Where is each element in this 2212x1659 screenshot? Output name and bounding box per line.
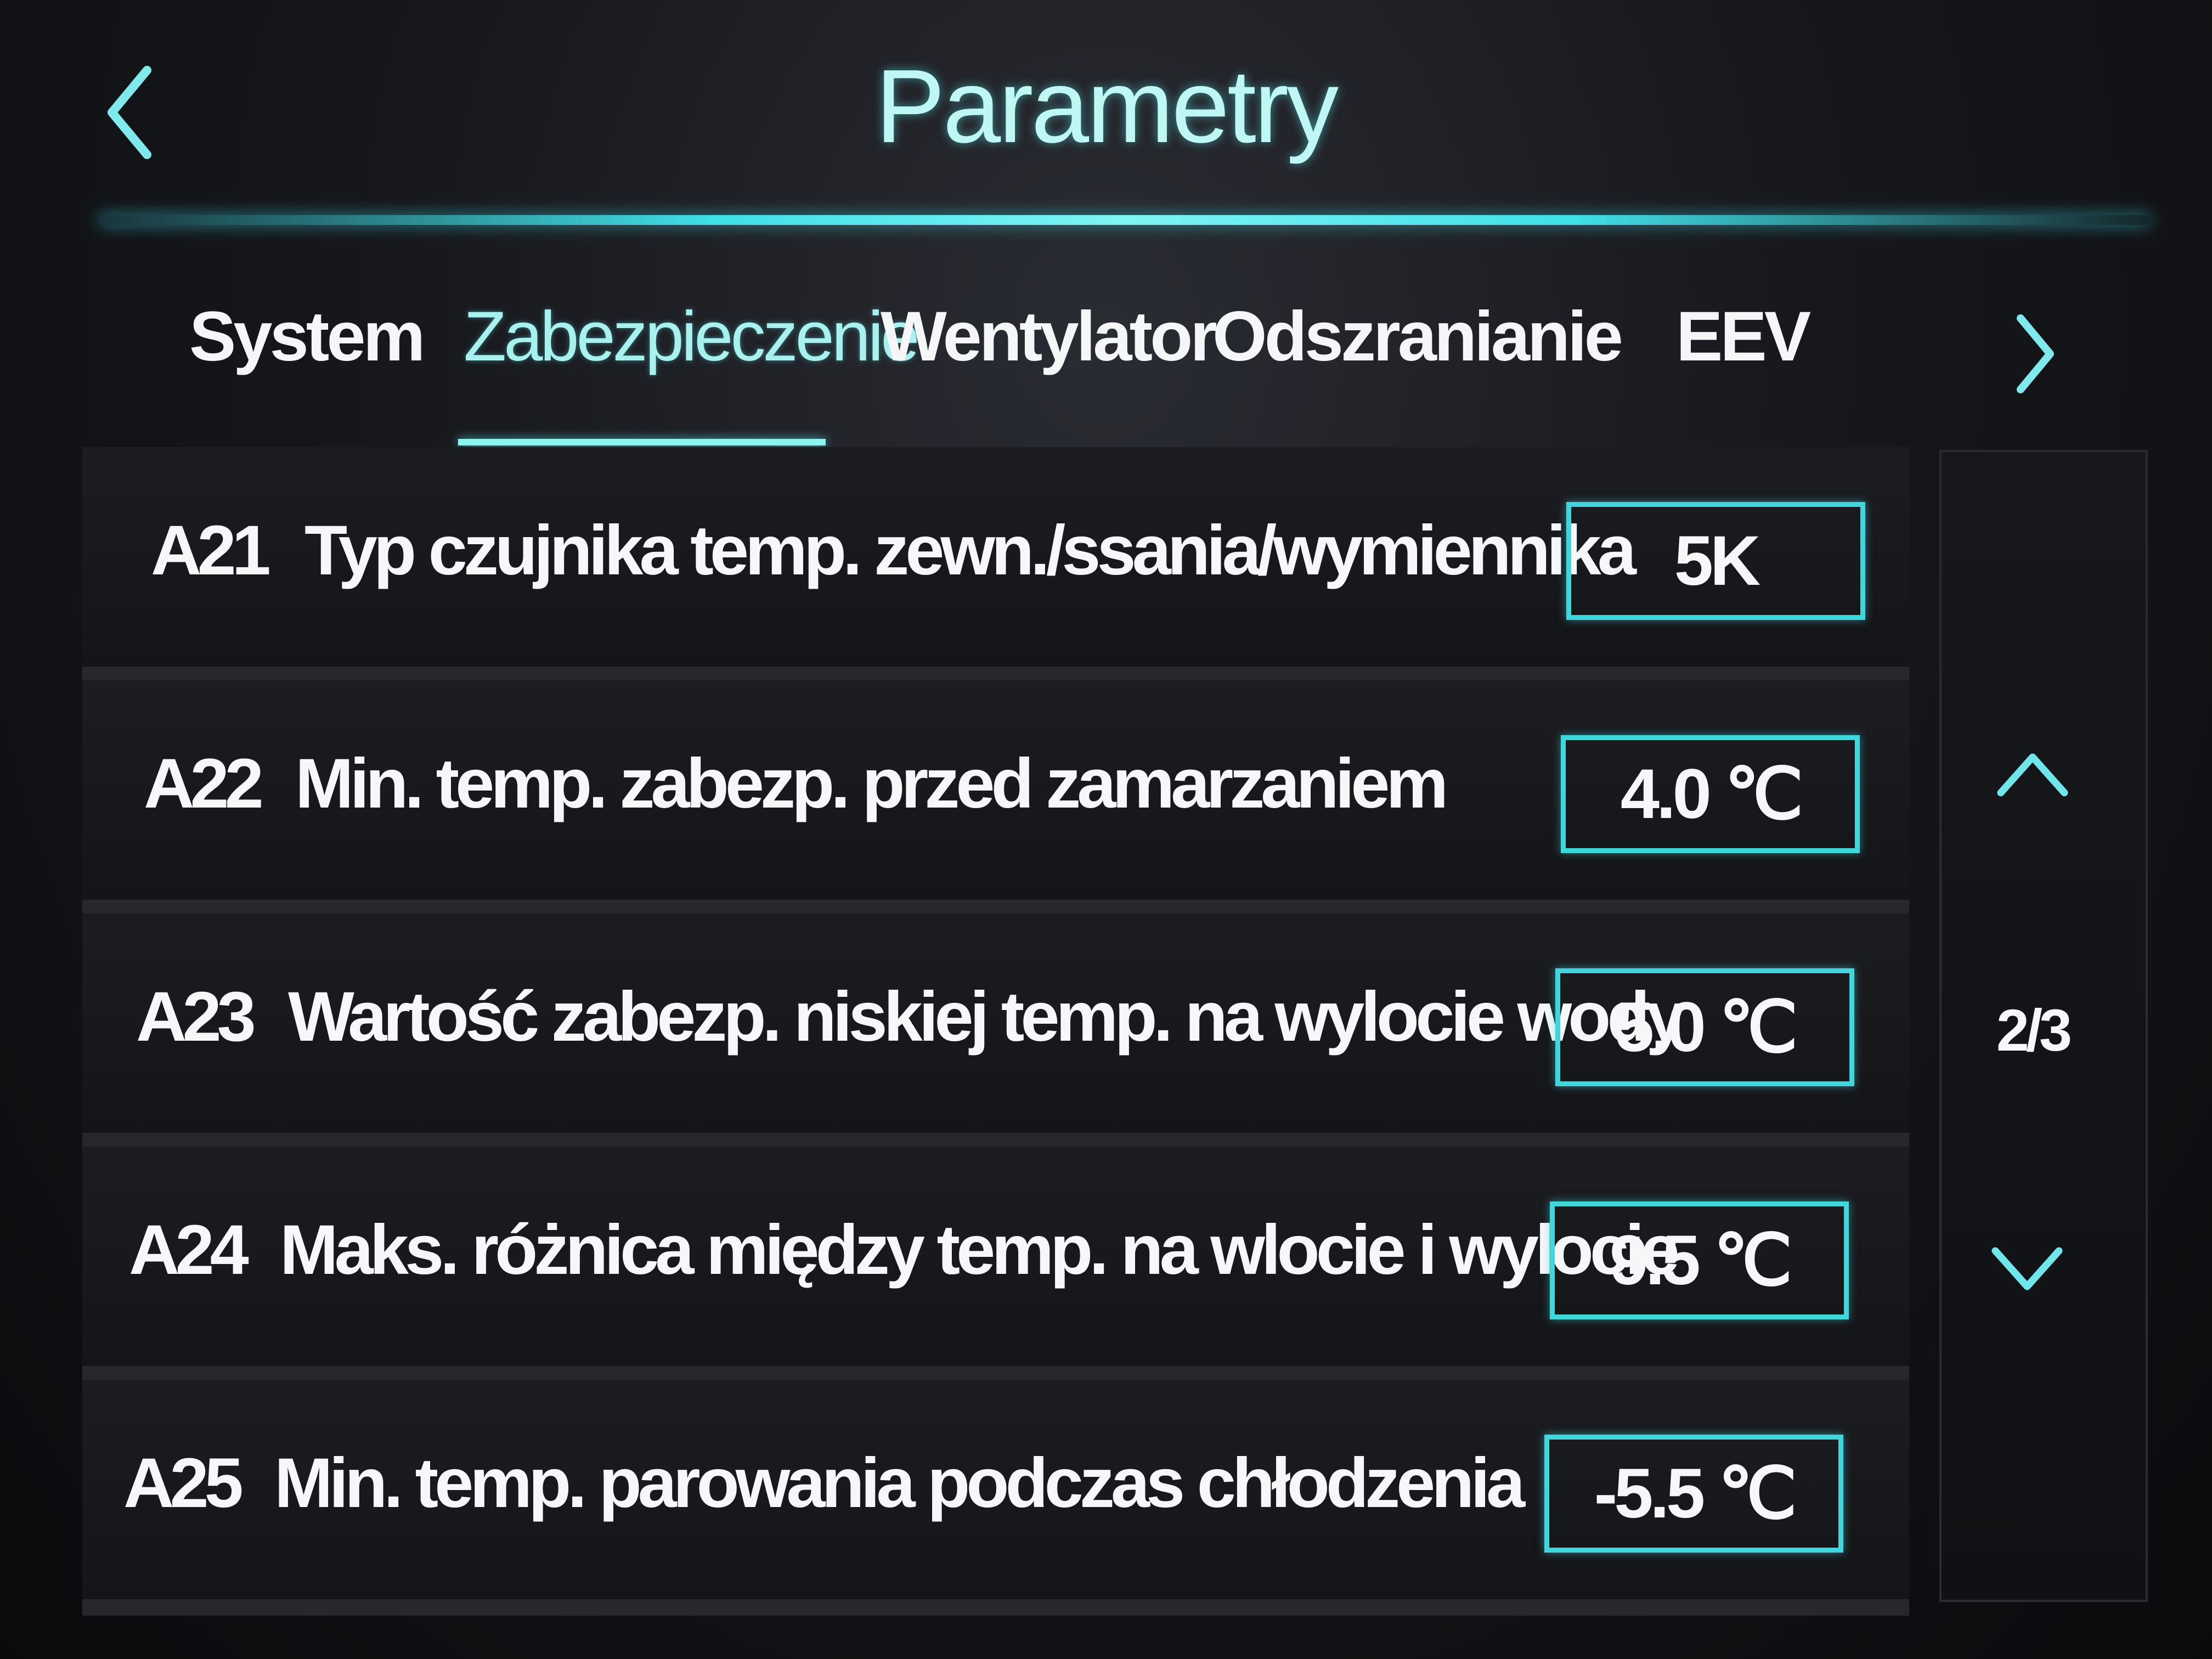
- parameter-label: Typ czujnika temp. zewn./ssania/wymienni…: [304, 511, 1637, 590]
- parameter-value-field[interactable]: 5.0 ℃: [1555, 968, 1854, 1086]
- parameter-label: Min. temp. zabezp. przed zamarzaniem: [295, 744, 1448, 823]
- tab-bar: System Zabezpieczenie Wentylator Odszran…: [0, 296, 2212, 395]
- parameter-code: A25: [123, 1444, 244, 1522]
- parameter-row-a22[interactable]: A22 Min. temp. zabezp. przed zamarzaniem…: [82, 680, 1909, 900]
- tab-odszranianie[interactable]: Odszranianie: [1212, 296, 1623, 377]
- chevron-up-icon: [1997, 753, 2068, 797]
- parameter-value-field[interactable]: -5.5 ℃: [1544, 1435, 1843, 1553]
- parameter-value-field[interactable]: 5K: [1566, 502, 1865, 620]
- title-divider: [99, 215, 2151, 225]
- chevron-right-icon: [2017, 314, 2054, 393]
- parameter-code: A21: [151, 511, 271, 590]
- parameter-list: A21 Typ czujnika temp. zewn./ssania/wymi…: [82, 447, 1909, 1616]
- parameter-label: Wartość zabezp. niskiej temp. na wylocie…: [288, 978, 1685, 1056]
- active-tab-indicator: [458, 439, 826, 445]
- parameter-row-a21[interactable]: A21 Typ czujnika temp. zewn./ssania/wymi…: [82, 447, 1909, 667]
- tab-system[interactable]: System: [189, 296, 425, 377]
- chevron-down-icon: [1991, 1247, 2063, 1290]
- parameter-code: A24: [129, 1211, 249, 1289]
- parameter-label: Maks. różnica między temp. na wlocie i w…: [280, 1211, 1680, 1289]
- tab-eev[interactable]: EEV: [1676, 296, 1811, 377]
- parameter-label: Min. temp. parowania podczas chłodzenia: [274, 1444, 1525, 1522]
- tab-wentylator[interactable]: Wentylator: [881, 296, 1217, 377]
- parameter-row-a23[interactable]: A23 Wartość zabezp. niskiej temp. na wyl…: [82, 913, 1909, 1133]
- tab-zabezpieczenie[interactable]: Zabezpieczenie: [464, 296, 920, 377]
- parameter-code: A23: [136, 978, 256, 1056]
- parameter-row-a25[interactable]: A25 Min. temp. parowania podczas chłodze…: [82, 1380, 1909, 1599]
- parameter-value-field[interactable]: 9.5 ℃: [1550, 1201, 1849, 1319]
- next-tabs-button[interactable]: [2011, 307, 2060, 400]
- page-indicator: 2/3: [1996, 997, 2072, 1063]
- parameter-row-a24[interactable]: A24 Maks. różnica między temp. na wlocie…: [82, 1147, 1909, 1366]
- parameters-screen: Parametry System Zabezpieczenie Wentylat…: [0, 0, 2212, 1659]
- scroll-down-button[interactable]: [1983, 1237, 2071, 1303]
- parameter-value-field[interactable]: 4.0 ℃: [1561, 735, 1860, 853]
- page-title: Parametry: [875, 48, 1339, 165]
- scroll-up-button[interactable]: [1989, 741, 2076, 806]
- parameter-code: A22: [144, 744, 264, 823]
